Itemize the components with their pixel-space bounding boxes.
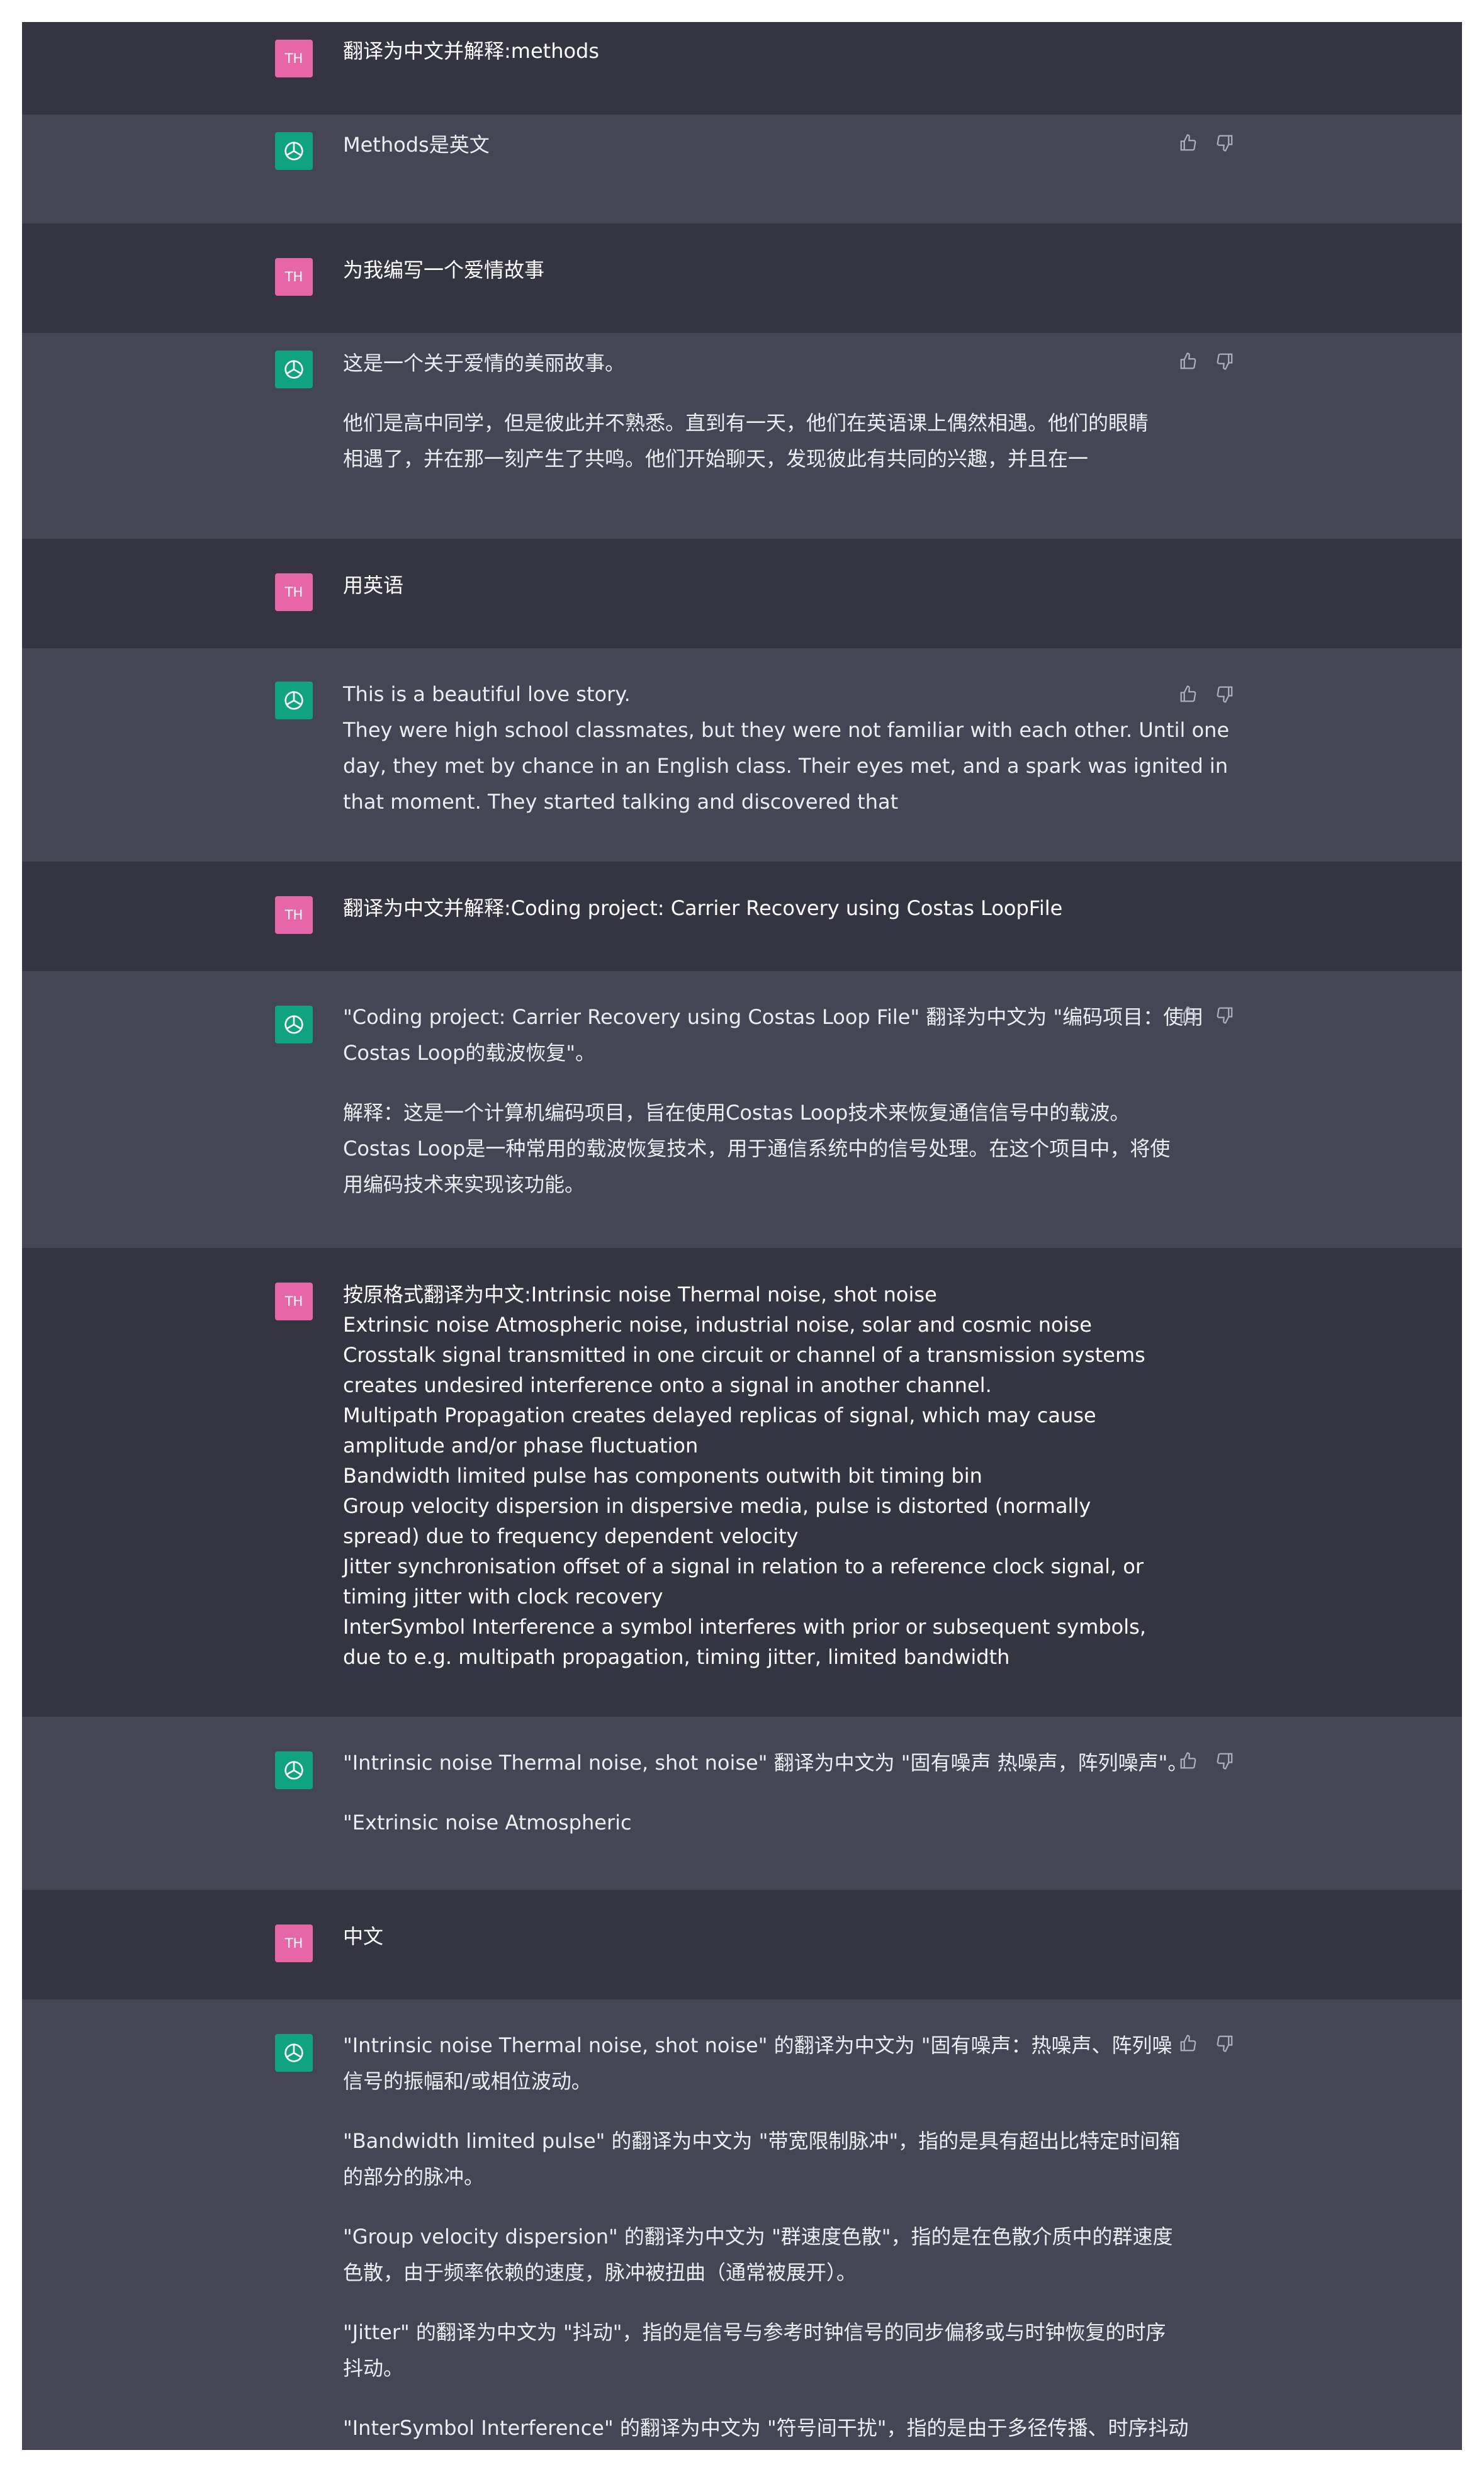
thumbs-up-icon[interactable]	[1179, 352, 1198, 371]
message-line: "Coding project: Carrier Recovery using …	[343, 1005, 1204, 1029]
message-line: Methods是英文	[343, 133, 490, 157]
message-line: InterSymbol Interference a symbol interf…	[343, 1615, 1146, 1639]
message-line: 解释：这是一个计算机编码项目，旨在使用Costas Loop技术来恢复通信信号中…	[343, 1101, 1130, 1125]
user-avatar: TH	[275, 1283, 313, 1320]
message-text: 按原格式翻译为中文:Intrinsic noise Thermal noise,…	[343, 1279, 1193, 1672]
feedback-buttons	[1179, 133, 1234, 152]
thumbs-up-icon[interactable]	[1179, 2034, 1198, 2053]
message-line: Bandwidth limited pulse has components o…	[343, 1464, 982, 1488]
message-line: due to e.g. multipath propagation, timin…	[343, 1645, 1010, 1669]
message-line: 用英语	[343, 573, 404, 597]
message-line: Costas Loop的载波恢复"。	[343, 1041, 596, 1065]
thumbs-down-icon[interactable]	[1215, 1006, 1234, 1025]
message-line: 这是一个关于爱情的美丽故事。	[343, 351, 626, 375]
assistant-message: This is a beautiful love story. They wer…	[22, 648, 1462, 862]
message-line: Multipath Propagation creates delayed re…	[343, 1403, 1096, 1427]
thumbs-up-icon[interactable]	[1179, 1751, 1198, 1770]
message-line: "Group velocity dispersion" 的翻译为中文为 "群速度…	[343, 2225, 1173, 2249]
assistant-message: "Coding project: Carrier Recovery using …	[22, 971, 1462, 1248]
message-line: They were high school classmates, but th…	[343, 718, 1230, 742]
assistant-message: "Intrinsic noise Thermal noise, shot noi…	[22, 1717, 1462, 1890]
assistant-message: 这是一个关于爱情的美丽故事。 他们是高中同学，但是彼此并不熟悉。直到有一天，他们…	[22, 333, 1462, 551]
user-avatar: TH	[275, 40, 313, 77]
message-line: "Bandwidth limited pulse" 的翻译为中文为 "带宽限制脉…	[343, 2129, 1181, 2153]
thumbs-down-icon[interactable]	[1215, 352, 1234, 371]
feedback-buttons	[1179, 685, 1234, 704]
feedback-buttons	[1179, 1006, 1234, 1025]
assistant-message: "Intrinsic noise Thermal noise, shot noi…	[22, 1999, 1462, 2450]
openai-logo-icon	[275, 2034, 313, 2072]
message-line: timing jitter with clock recovery	[343, 1585, 663, 1609]
message-line: "Jitter" 的翻译为中文为 "抖动"，指的是信号与参考时钟信号的同步偏移或…	[343, 2320, 1166, 2344]
user-message: TH 翻译为中文并解释:methods	[22, 22, 1462, 115]
message-line: "InterSymbol Interference" 的翻译为中文为 "符号间干…	[343, 2416, 1189, 2440]
thumbs-down-icon[interactable]	[1215, 2034, 1234, 2053]
thumbs-down-icon[interactable]	[1215, 685, 1234, 704]
message-line: "Extrinsic noise Atmospheric	[343, 1811, 632, 1834]
user-message: TH 中文	[22, 1890, 1462, 1999]
message-line: Group velocity dispersion in dispersive …	[343, 1494, 1091, 1518]
feedback-buttons	[1179, 1751, 1234, 1770]
message-line: creates undesired interference onto a si…	[343, 1373, 992, 1397]
message-line: 翻译为中文并解释:methods	[343, 39, 600, 63]
user-avatar: TH	[275, 258, 313, 296]
user-message: TH 翻译为中文并解释:Coding project: Carrier Reco…	[22, 862, 1462, 971]
message-text: "Intrinsic noise Thermal noise, shot noi…	[343, 2028, 1193, 2446]
message-text: "Intrinsic noise Thermal noise, shot noi…	[343, 1745, 1193, 1841]
message-line: spread) due to frequency dependent veloc…	[343, 1524, 799, 1548]
message-line: 翻译为中文并解释:Coding project: Carrier Recover…	[343, 896, 1063, 920]
message-line: 用编码技术来实现该功能。	[343, 1172, 585, 1196]
message-line: 按原格式翻译为中文:Intrinsic noise Thermal noise,…	[343, 1283, 937, 1306]
openai-logo-icon	[275, 1751, 313, 1789]
message-line: 中文	[343, 1924, 384, 1948]
openai-logo-icon	[275, 132, 313, 170]
message-line: 信号的振幅和/或相位波动。	[343, 2069, 592, 2093]
message-line: This is a beautiful love story.	[343, 682, 631, 706]
thumbs-down-icon[interactable]	[1215, 133, 1234, 152]
message-line: Costas Loop是一种常用的载波恢复技术，用于通信系统中的信号处理。在这个…	[343, 1137, 1171, 1160]
message-line: "Intrinsic noise Thermal noise, shot noi…	[343, 2033, 1172, 2057]
message-line: amplitude and/or phase fluctuation	[343, 1434, 699, 1458]
chat-window: TH 翻译为中文并解释:methods Methods是英文 这是一个关于爱情的…	[22, 22, 1462, 2450]
message-line: 为我编写一个爱情故事	[343, 258, 545, 282]
message-text: 中文	[343, 1921, 1193, 1952]
message-line: Jitter synchronisation offset of a signa…	[343, 1554, 1144, 1578]
message-text: 翻译为中文并解释:Coding project: Carrier Recover…	[343, 893, 1193, 923]
message-text: 这是一个关于爱情的美丽故事。 他们是高中同学，但是彼此并不熟悉。直到有一天，他们…	[343, 346, 1193, 477]
message-line: Crosstalk signal transmitted in one circ…	[343, 1343, 1145, 1367]
message-line: 的部分的脉冲。	[343, 2165, 485, 2189]
message-line: 相遇了，并在那一刻产生了共鸣。他们开始聊天，发现彼此有共同的兴趣，并且在一	[343, 447, 1089, 471]
thumbs-up-icon[interactable]	[1179, 685, 1198, 704]
message-line: day, they met by chance in an English cl…	[343, 754, 1228, 778]
message-text: 翻译为中文并解释:methods	[343, 36, 1193, 66]
user-message: TH 为我编写一个爱情故事	[22, 223, 1462, 333]
message-text: "Coding project: Carrier Recovery using …	[343, 999, 1204, 1203]
message-line: 抖动。	[343, 2356, 404, 2380]
openai-logo-icon	[275, 1006, 313, 1043]
message-text: This is a beautiful love story. They wer…	[343, 677, 1230, 820]
user-message: TH 按原格式翻译为中文:Intrinsic noise Thermal noi…	[22, 1248, 1462, 1717]
message-text: 用英语	[343, 570, 1193, 600]
user-avatar: TH	[275, 896, 313, 934]
user-avatar: TH	[275, 573, 313, 611]
thumbs-up-icon[interactable]	[1179, 133, 1198, 152]
message-line: 他们是高中同学，但是彼此并不熟悉。直到有一天，他们在英语课上偶然相遇。他们的眼睛	[343, 411, 1149, 435]
thumbs-up-icon[interactable]	[1179, 1006, 1198, 1025]
message-line: 色散，由于频率依赖的速度，脉冲被扭曲（通常被展开）。	[343, 2261, 857, 2284]
user-message: TH 用英语	[22, 539, 1462, 648]
thumbs-down-icon[interactable]	[1215, 1751, 1234, 1770]
message-line: that moment. They started talking and di…	[343, 790, 899, 814]
message-line: "Intrinsic noise Thermal noise, shot noi…	[343, 1751, 1188, 1775]
message-text: 为我编写一个爱情故事	[343, 255, 1193, 285]
feedback-buttons	[1179, 352, 1234, 371]
message-line: Extrinsic noise Atmospheric noise, indus…	[343, 1313, 1092, 1337]
openai-logo-icon	[275, 351, 313, 388]
openai-logo-icon	[275, 682, 313, 719]
user-avatar: TH	[275, 1924, 313, 1962]
feedback-buttons	[1179, 2034, 1234, 2053]
message-text: Methods是英文	[343, 127, 1193, 163]
